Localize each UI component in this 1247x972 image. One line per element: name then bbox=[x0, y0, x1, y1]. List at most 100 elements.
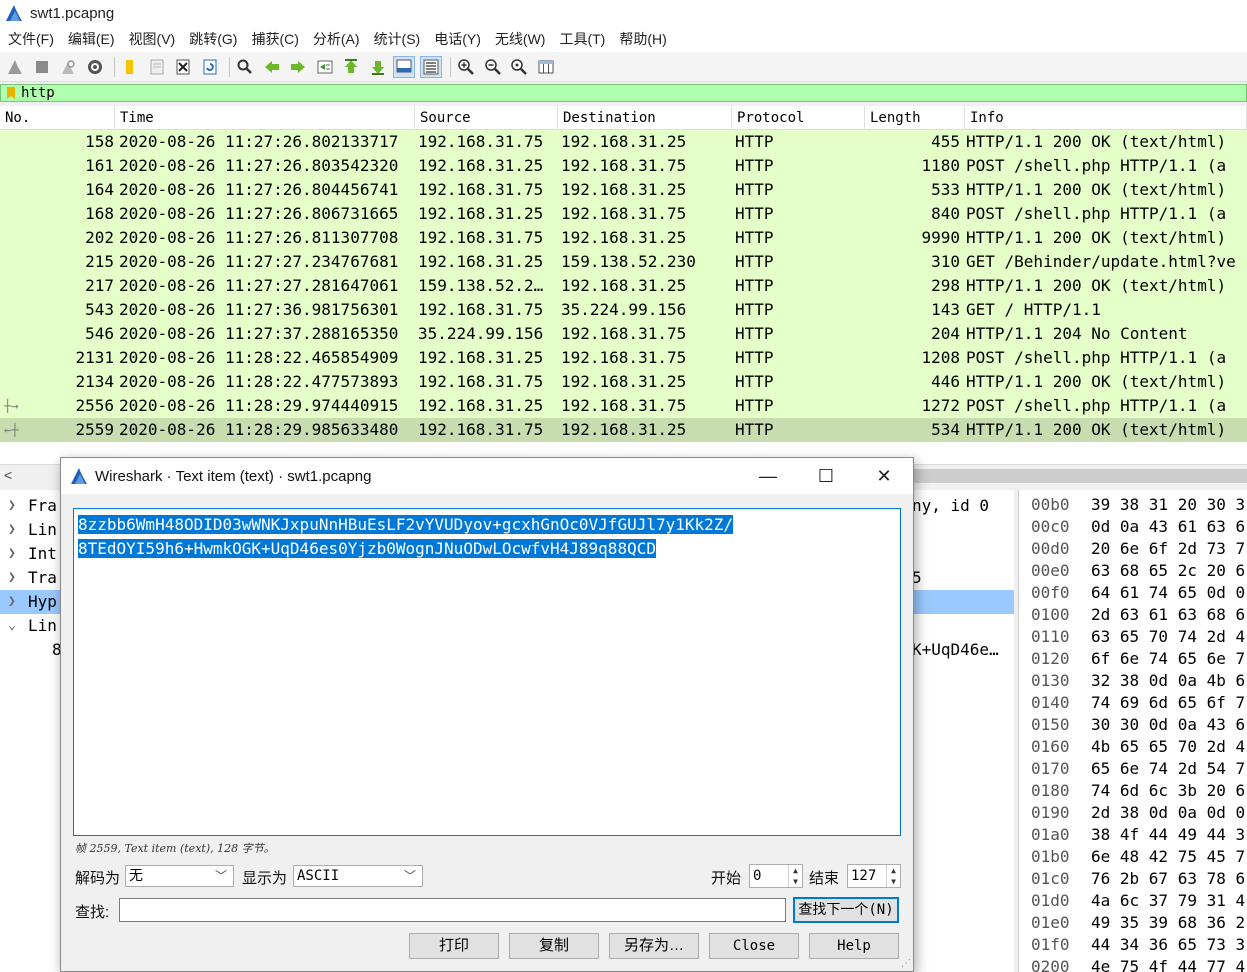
close-file-button[interactable] bbox=[172, 56, 194, 78]
hex-row[interactable]: 01e0 49 35 39 68 36 2 bbox=[1019, 912, 1247, 934]
hex-row[interactable]: 0120 6f 6e 74 65 6e 7 bbox=[1019, 648, 1247, 670]
zoom-out-button[interactable] bbox=[482, 56, 504, 78]
column-header-protocol[interactable]: Protocol bbox=[732, 106, 865, 130]
menu-go[interactable]: 跳转(G) bbox=[185, 29, 245, 49]
spin-arrows-icon[interactable]: ▲ ▼ bbox=[788, 865, 802, 887]
display-filter-input[interactable] bbox=[21, 85, 1221, 101]
end-spinbox[interactable]: 127 ▲ ▼ bbox=[847, 864, 901, 888]
resize-grip-icon[interactable]: ⋰ bbox=[901, 958, 911, 969]
hex-row[interactable]: 00e0 63 68 65 2c 20 6 bbox=[1019, 560, 1247, 582]
show-as-select[interactable]: ASCII ﹀ bbox=[293, 865, 423, 887]
hex-row[interactable]: 0150 30 30 0d 0a 43 6 bbox=[1019, 714, 1247, 736]
packet-row[interactable]: 2134 2020-08-26 11:28:22.477573893 192.168… bbox=[0, 370, 1247, 394]
print-button[interactable]: 打印 bbox=[409, 933, 499, 959]
packet-row[interactable]: ←┼ 2559 2020-08-26 11:28:29.985633480 192.1… bbox=[0, 418, 1247, 442]
hex-row[interactable]: 0170 65 6e 74 2d 54 7 bbox=[1019, 758, 1247, 780]
hex-row[interactable]: 0180 74 6d 6c 3b 20 6 bbox=[1019, 780, 1247, 802]
chevron-right-icon[interactable]: ❯ bbox=[8, 542, 22, 566]
menu-edit[interactable]: 编辑(E) bbox=[64, 29, 123, 49]
hex-row[interactable]: 00c0 0d 0a 43 61 63 6 bbox=[1019, 516, 1247, 538]
find-input[interactable] bbox=[119, 898, 786, 922]
resize-columns-button[interactable] bbox=[535, 56, 557, 78]
column-header-length[interactable]: Length bbox=[865, 106, 965, 130]
menu-help[interactable]: 帮助(H) bbox=[615, 29, 674, 49]
chevron-right-icon[interactable]: ❯ bbox=[8, 518, 22, 542]
hex-row[interactable]: 01c0 76 2b 67 63 78 6 bbox=[1019, 868, 1247, 890]
hex-row[interactable]: 0160 4b 65 65 70 2d 4 bbox=[1019, 736, 1247, 758]
reload-file-button[interactable] bbox=[199, 56, 221, 78]
capture-options-button[interactable] bbox=[84, 56, 106, 78]
hex-row[interactable]: 01f0 44 34 36 65 73 3 bbox=[1019, 934, 1247, 956]
start-capture-button[interactable] bbox=[4, 56, 26, 78]
go-back-button[interactable] bbox=[261, 56, 283, 78]
zoom-reset-button[interactable] bbox=[508, 56, 530, 78]
menu-telephony[interactable]: 电话(Y) bbox=[430, 29, 489, 49]
packet-row[interactable]: 2131 2020-08-26 11:28:22.465854909 192.168… bbox=[0, 346, 1247, 370]
chevron-right-icon[interactable]: ❯ bbox=[8, 494, 22, 518]
hex-row[interactable]: 0190 2d 38 0d 0a 0d 0 bbox=[1019, 802, 1247, 824]
column-header-time[interactable]: Time bbox=[115, 106, 415, 130]
restart-capture-button[interactable] bbox=[57, 56, 79, 78]
column-header-no[interactable]: No. bbox=[0, 106, 115, 130]
decode-as-select[interactable]: 无 ﹀ bbox=[125, 865, 234, 887]
maximize-icon[interactable]: ☐ bbox=[797, 458, 855, 494]
autoscroll-button[interactable] bbox=[393, 55, 415, 78]
menu-wireless[interactable]: 无线(W) bbox=[491, 29, 554, 49]
start-spinbox[interactable]: 0 ▲ ▼ bbox=[749, 864, 803, 888]
menu-analyze[interactable]: 分析(A) bbox=[309, 29, 368, 49]
packet-row[interactable]: 168 2020-08-26 11:27:26.806731665 192.168.… bbox=[0, 202, 1247, 226]
packet-row[interactable]: 215 2020-08-26 11:27:27.234767681 192.168.… bbox=[0, 250, 1247, 274]
go-first-packet-button[interactable] bbox=[340, 56, 362, 78]
find-next-button[interactable]: 查找下一个(N) bbox=[793, 897, 899, 923]
packet-row[interactable]: 202 2020-08-26 11:27:26.811307708 192.168.… bbox=[0, 226, 1247, 250]
scroll-thumb[interactable] bbox=[900, 469, 1247, 483]
packet-row[interactable]: 543 2020-08-26 11:27:36.981756301 192.168.… bbox=[0, 298, 1247, 322]
zoom-in-button[interactable] bbox=[455, 56, 477, 78]
dialog-text-area[interactable]: 8zzbb6WmH48ODID03wWNKJxpuNnHBuEsLF2vYVUD… bbox=[73, 508, 901, 836]
hex-row[interactable]: 0140 74 69 6d 65 6f 7 bbox=[1019, 692, 1247, 714]
stop-capture-button[interactable] bbox=[31, 56, 53, 78]
packet-row[interactable]: 158 2020-08-26 11:27:26.802133717 192.168.… bbox=[0, 130, 1247, 154]
minimize-icon[interactable]: — bbox=[739, 458, 797, 494]
column-header-info[interactable]: Info bbox=[965, 106, 1247, 130]
hex-row[interactable]: 00d0 20 6e 6f 2d 73 7 bbox=[1019, 538, 1247, 560]
chevron-down-icon[interactable]: ⌄ bbox=[8, 614, 22, 638]
spin-arrows-icon[interactable]: ▲ ▼ bbox=[886, 865, 900, 887]
save-as-button[interactable]: 另存为… bbox=[609, 933, 699, 959]
menu-capture[interactable]: 捕获(C) bbox=[247, 29, 306, 49]
save-file-button[interactable] bbox=[146, 56, 168, 78]
find-packet-button[interactable] bbox=[234, 56, 256, 78]
packet-row[interactable]: 217 2020-08-26 11:27:27.281647061 159.138.… bbox=[0, 274, 1247, 298]
packet-row[interactable]: ┼→ 2556 2020-08-26 11:28:29.974440915 192.1… bbox=[0, 394, 1247, 418]
column-header-source[interactable]: Source bbox=[415, 106, 558, 130]
close-button[interactable]: Close bbox=[709, 933, 799, 959]
go-forward-button[interactable] bbox=[287, 56, 309, 78]
packet-row[interactable]: 161 2020-08-26 11:27:26.803542320 192.168.… bbox=[0, 154, 1247, 178]
hex-row[interactable]: 01d0 4a 6c 37 79 31 4 bbox=[1019, 890, 1247, 912]
close-icon[interactable]: ✕ bbox=[855, 458, 913, 494]
hex-row[interactable]: 0110 63 65 70 74 2d 4 bbox=[1019, 626, 1247, 648]
hex-row[interactable]: 00f0 64 61 74 65 0d 0 bbox=[1019, 582, 1247, 604]
column-header-destination[interactable]: Destination bbox=[558, 106, 732, 130]
copy-button[interactable]: 复制 bbox=[509, 933, 599, 959]
hex-row[interactable]: 01a0 38 4f 44 49 44 3 bbox=[1019, 824, 1247, 846]
menu-tools[interactable]: 工具(T) bbox=[555, 29, 613, 49]
menu-file[interactable]: 文件(F) bbox=[4, 29, 62, 49]
help-button[interactable]: Help bbox=[809, 933, 899, 959]
go-last-packet-button[interactable] bbox=[367, 56, 389, 78]
hex-row[interactable]: 0130 32 38 0d 0a 4b 6 bbox=[1019, 670, 1247, 692]
chevron-right-icon[interactable]: ❯ bbox=[8, 590, 22, 614]
hex-row[interactable]: 0100 2d 63 61 63 68 6 bbox=[1019, 604, 1247, 626]
open-file-button[interactable] bbox=[119, 56, 141, 78]
hex-row[interactable]: 01b0 6e 48 42 75 45 7 bbox=[1019, 846, 1247, 868]
packet-row[interactable]: 546 2020-08-26 11:27:37.288165350 35.224.9… bbox=[0, 322, 1247, 346]
hex-row[interactable]: 0200 4e 75 4f 44 77 4 bbox=[1019, 956, 1247, 972]
menu-view[interactable]: 视图(V) bbox=[125, 29, 184, 49]
scroll-left-icon[interactable]: < bbox=[4, 467, 12, 483]
colorize-button[interactable] bbox=[419, 55, 442, 78]
go-to-packet-button[interactable] bbox=[314, 56, 336, 78]
bookmark-icon[interactable] bbox=[7, 87, 15, 99]
hex-row[interactable]: 00b0 39 38 31 20 30 3 bbox=[1019, 494, 1247, 516]
menu-statistics[interactable]: 统计(S) bbox=[370, 29, 429, 49]
chevron-right-icon[interactable]: ❯ bbox=[8, 566, 22, 590]
